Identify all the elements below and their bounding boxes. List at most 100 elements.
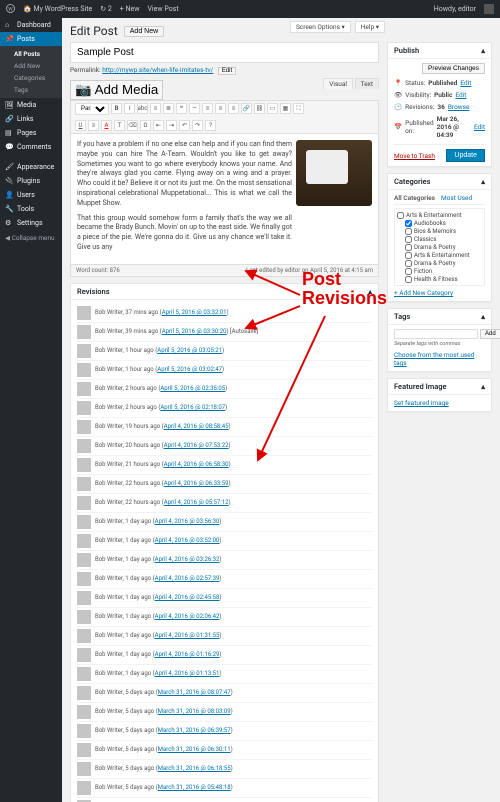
add-media-button[interactable]: 📷 Add Media [70,80,163,100]
revision-link[interactable]: April 4, 2016 @ 06:58:30 [164,461,229,468]
add-new-category-link[interactable]: + Add New Category [394,289,453,297]
preview-changes-button[interactable]: Preview Changes [422,63,485,74]
revision-link[interactable]: March 31, 2016 @ 06:30:11 [158,746,231,753]
site-name[interactable]: 🏠 My WordPress Site [23,5,92,13]
clear-format-button[interactable]: ⌫ [127,120,138,131]
move-to-trash-link[interactable]: Move to Trash [394,152,435,160]
revision-link[interactable]: March 31, 2016 @ 06:18:55 [158,765,231,772]
category-item[interactable]: Health & Fitness [397,275,482,283]
ul-button[interactable]: ≡ [150,103,161,114]
revision-link[interactable]: April 4, 2016 @ 01:16:29 [155,651,220,658]
category-item[interactable]: Bios & Memoirs [397,227,482,235]
category-item[interactable]: Arts & Entertainment [397,251,482,259]
screen-options-tab[interactable]: Screen Options ▾ [290,21,351,33]
ol-button[interactable]: ≣ [163,103,174,114]
strike-button[interactable]: abc [137,103,148,114]
toggle-icon[interactable]: ▴ [481,46,485,55]
align-left-button[interactable]: ≡ [202,103,213,114]
new-menu[interactable]: + New [120,5,140,13]
undo-button[interactable]: ↶ [179,120,190,131]
sidebar-item-tools[interactable]: 🔧Tools [0,202,62,216]
browse-revisions-link[interactable]: Browse [448,103,470,111]
revision-link[interactable]: April 5, 2016 @ 03:02:47 [157,366,222,373]
howdy-user[interactable]: Howdy, editor [434,5,476,13]
category-item[interactable]: Drama & Poetry [397,259,482,267]
tab-text[interactable]: Text [355,78,379,89]
redo-button[interactable]: ↷ [192,120,203,131]
indent-button[interactable]: ⇥ [166,120,177,131]
revision-link[interactable]: April 5, 2016 @ 03:32:01 [162,309,227,316]
revision-link[interactable]: April 4, 2016 @ 03:56:30 [155,518,220,525]
sidebar-item-dashboard[interactable]: ⌂Dashboard [0,18,62,32]
quote-button[interactable]: ❝ [176,103,187,114]
revision-link[interactable]: March 31, 2016 @ 05:48:18 [158,784,231,791]
editor-content[interactable]: If you have a problem if no one else can… [70,134,379,265]
category-checkbox[interactable] [405,276,412,283]
revision-link[interactable]: April 4, 2016 @ 08:58:45 [164,423,229,430]
revision-link[interactable]: April 5, 2016 @ 03:05:21 [157,347,222,354]
category-checkbox[interactable] [405,244,412,251]
revision-link[interactable]: April 4, 2016 @ 01:13:51 [155,670,220,677]
revision-link[interactable]: April 4, 2016 @ 07:53:22 [164,442,229,449]
sidebar-item-comments[interactable]: 💬Comments [0,140,62,154]
sidebar-item-media[interactable]: 🖼Media [0,98,62,112]
category-item[interactable]: Classics [397,235,482,243]
edit-visibility-link[interactable]: Edit [455,91,466,99]
revision-link[interactable]: April 4, 2016 @ 02:57:39 [155,575,220,582]
category-checkbox[interactable] [405,268,412,275]
toggle-icon[interactable]: ▴ [481,177,485,186]
category-checkbox[interactable] [405,220,412,227]
collapse-menu[interactable]: ◀ Collapse menu [0,230,62,246]
category-checkbox[interactable] [405,260,412,267]
tab-visual[interactable]: Visual [323,78,353,89]
more-button[interactable]: ▭ [267,103,278,114]
category-checkbox[interactable] [405,252,412,259]
italic-button[interactable]: I [124,103,135,114]
align-center-button[interactable]: ≡ [215,103,226,114]
wp-logo-icon[interactable]: W [6,4,15,15]
revision-link[interactable]: April 5, 2016 @ 02:18:07 [160,404,225,411]
tab-all-categories[interactable]: All Categories [394,194,435,202]
sidebar-item-plugins[interactable]: 🔌Plugins [0,174,62,188]
revision-link[interactable]: March 31, 2016 @ 08:03:09 [158,708,231,715]
revision-link[interactable]: April 4, 2016 @ 01:31:55 [155,632,220,639]
permalink-link[interactable]: http://mywp.site/when-life-imitates-tv/ [102,66,213,74]
toggle-icon[interactable]: ▴ [481,312,485,321]
revision-link[interactable]: March 31, 2016 @ 08:07:47 [158,689,231,696]
updates-badge[interactable]: ↻ 2 [100,5,112,13]
help-button[interactable]: ? [205,120,216,131]
help-tab[interactable]: Help ▾ [355,21,385,33]
category-item[interactable]: Fiction [397,267,482,275]
sidebar-item-users[interactable]: 👤Users [0,188,62,202]
unlink-button[interactable]: ⛓ [254,103,265,114]
category-checkbox[interactable] [397,212,404,219]
toggle-icon[interactable]: ▴ [368,287,372,296]
special-char-button[interactable]: Ω [140,120,151,131]
revision-link[interactable]: April 4, 2016 @ 03:52:00 [155,537,220,544]
bold-button[interactable]: B [111,103,122,114]
sidebar-sub-all-posts[interactable]: All Posts [0,48,62,60]
category-checkbox[interactable] [405,228,412,235]
revision-link[interactable]: April 4, 2016 @ 02:45:58 [155,594,220,601]
justify-button[interactable]: ≡ [88,120,99,131]
revision-link[interactable]: April 4, 2016 @ 06:33:59 [164,480,229,487]
toggle-icon[interactable]: ▴ [481,382,485,391]
sidebar-item-pages[interactable]: ▤Pages [0,126,62,140]
add-tag-button[interactable]: Add [480,329,500,339]
hr-button[interactable]: — [189,103,200,114]
paste-text-button[interactable]: T [114,120,125,131]
revision-link[interactable]: April 5, 2016 @ 02:35:05 [160,385,225,392]
revision-link[interactable]: April 5, 2016 @ 03:30:20 [162,328,227,335]
tags-input[interactable] [394,329,478,339]
view-post-link[interactable]: View Post [147,5,178,13]
sidebar-sub-categories[interactable]: Categories [0,72,62,84]
format-select[interactable]: Paragraph [75,103,109,115]
category-item[interactable]: Arts & Entertainment [397,211,482,219]
category-checkbox[interactable] [405,236,412,243]
sidebar-item-appearance[interactable]: 🖌Appearance [0,160,62,174]
revision-link[interactable]: March 31, 2016 @ 06:39:57 [158,727,231,734]
post-title-input[interactable] [70,42,379,63]
underline-button[interactable]: U [75,120,86,131]
revision-link[interactable]: April 4, 2016 @ 03:26:32 [155,556,220,563]
permalink-edit-button[interactable]: Edit [218,67,236,75]
